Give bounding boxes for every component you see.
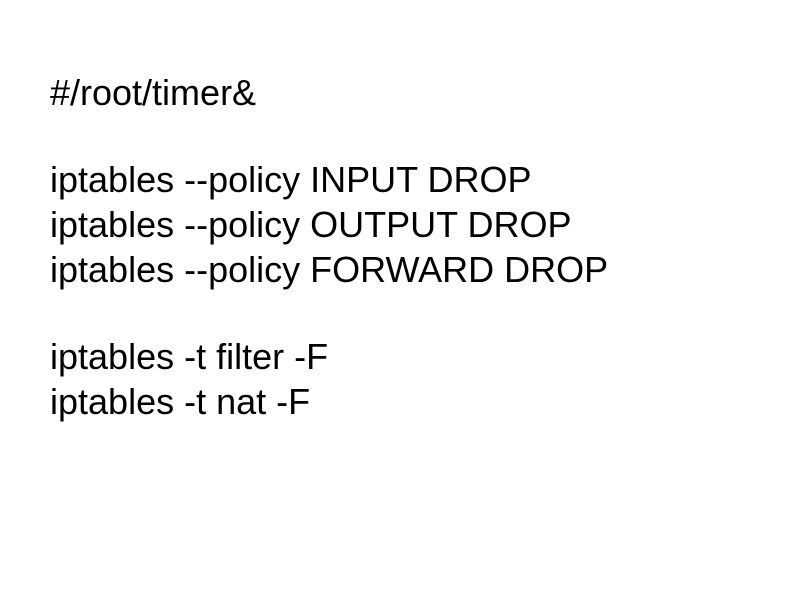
code-line: iptables -t nat -F: [50, 379, 744, 424]
code-line: iptables --policy FORWARD DROP: [50, 247, 744, 292]
code-line: iptables --policy OUTPUT DROP: [50, 202, 744, 247]
text-block-3: iptables -t filter -F iptables -t nat -F: [50, 334, 744, 424]
code-line: iptables --policy INPUT DROP: [50, 157, 744, 202]
text-block-2: iptables --policy INPUT DROP iptables --…: [50, 157, 744, 292]
code-line: #/root/timer&: [50, 70, 744, 115]
text-block-1: #/root/timer&: [50, 70, 744, 115]
code-line: iptables -t filter -F: [50, 334, 744, 379]
